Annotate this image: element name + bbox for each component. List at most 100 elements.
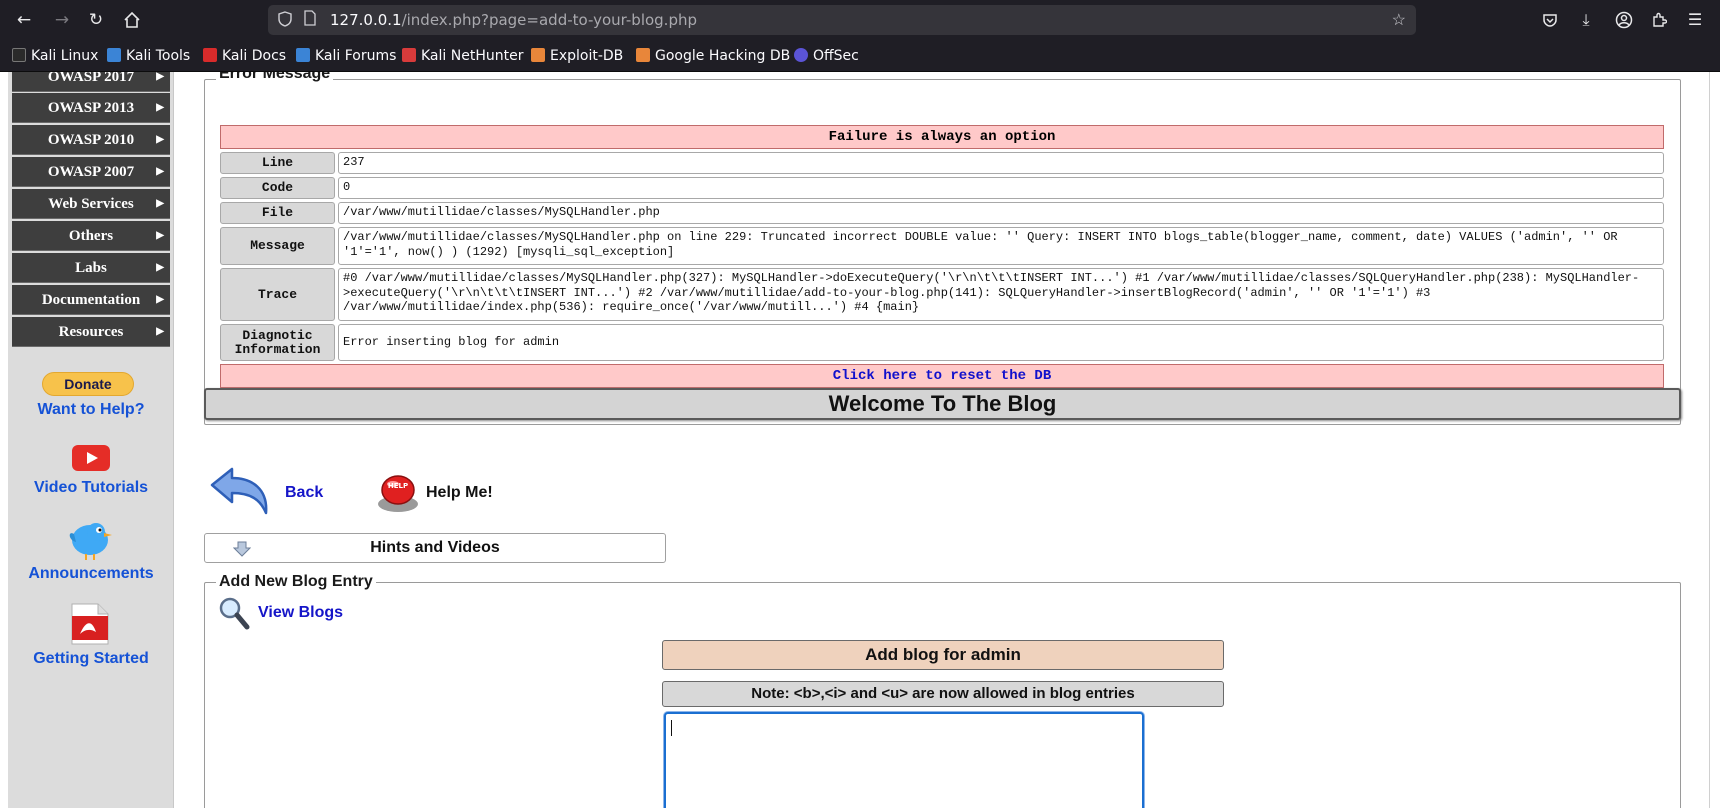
- menu-labs[interactable]: Labs ▶: [12, 253, 170, 283]
- back-arrow-icon[interactable]: [208, 465, 272, 526]
- bookmark-label: OffSec: [813, 48, 859, 64]
- bookmark-label: Kali Linux: [31, 48, 99, 64]
- reload-icon[interactable]: ↻: [84, 8, 108, 32]
- menu-owasp-2017[interactable]: OWASP 2017 ▶: [12, 72, 170, 92]
- bookmark-kali-tools[interactable]: Kali Tools: [107, 46, 190, 66]
- diagnostic-label-line-2: Information: [234, 341, 321, 357]
- page-info-icon[interactable]: [304, 10, 316, 29]
- bookmark-offsec[interactable]: OffSec: [794, 46, 859, 66]
- menu-label: Labs: [75, 260, 107, 276]
- trace-label: Trace: [220, 268, 335, 321]
- help-me-label[interactable]: Help Me!: [426, 484, 493, 502]
- menu-label: OWASP 2010: [47, 132, 135, 148]
- blog-entry-textarea[interactable]: [664, 712, 1144, 808]
- bookmark-label: Google Hacking DB: [655, 48, 791, 64]
- back-arrow-icon[interactable]: ←: [12, 8, 36, 32]
- twitter-bird-icon[interactable]: [66, 516, 116, 567]
- kali-dragon-icon: [12, 48, 26, 62]
- line-label: Line: [220, 152, 335, 174]
- bookmark-kali-nethunter[interactable]: Kali NetHunter: [402, 46, 523, 66]
- bookmark-kali-forums[interactable]: Kali Forums: [296, 46, 396, 66]
- bookmark-label: Kali Docs: [222, 48, 287, 64]
- ghdb-icon: [636, 48, 650, 62]
- menu-label: Documentation: [41, 292, 141, 308]
- diagnostic-label: Diagnotic Information: [220, 324, 335, 361]
- forward-arrow-icon[interactable]: →: [50, 8, 74, 32]
- view-blogs-link[interactable]: View Blogs: [258, 604, 343, 622]
- caret-right-icon: ▶: [156, 72, 164, 82]
- menu-others[interactable]: Others ▶: [12, 221, 170, 251]
- caret-right-icon: ▶: [156, 294, 164, 305]
- help-button-icon[interactable]: HELP: [376, 472, 420, 519]
- back-link[interactable]: Back: [285, 484, 323, 502]
- page-title: Welcome To The Blog: [204, 388, 1681, 420]
- message-value: /var/www/mutillidae/classes/MySQLHandler…: [338, 227, 1664, 265]
- bookmark-exploit-db[interactable]: Exploit-DB: [531, 46, 623, 66]
- browser-toolbar: ← → ↻ 127.0.0.1/index.php?page=add-to-yo…: [0, 0, 1720, 40]
- home-icon[interactable]: [120, 8, 144, 32]
- text-caret: [671, 720, 672, 736]
- add-blog-entry-legend: Add New Blog Entry: [216, 573, 376, 591]
- bookmark-kali-docs[interactable]: Kali Docs: [203, 46, 286, 66]
- menu-label: OWASP 2017: [47, 72, 135, 85]
- pdf-document-icon[interactable]: [70, 602, 110, 651]
- bookmark-kali-linux[interactable]: Kali Linux: [12, 46, 98, 66]
- caret-right-icon: ▶: [156, 134, 164, 145]
- bookmarks-bar: Kali Linux Kali Tools Kali Docs Kali For…: [0, 40, 1720, 72]
- diagnostic-label-line-1: Diagnotic: [242, 327, 313, 343]
- youtube-icon[interactable]: [72, 445, 110, 476]
- left-sidebar: OWASP 2017 ▶ OWASP 2013 ▶ OWASP 2010 ▶ OWAS…: [8, 72, 174, 808]
- caret-right-icon: ▶: [156, 102, 164, 113]
- file-value: /var/www/mutillidae/classes/MySQLHandler…: [338, 202, 1664, 224]
- menu-owasp-2013[interactable]: OWASP 2013 ▶: [12, 93, 170, 123]
- hints-label: Hints and Videos: [370, 539, 500, 556]
- file-label: File: [220, 202, 335, 224]
- donate-button[interactable]: Donate: [42, 372, 134, 396]
- kali-forums-icon: [296, 48, 310, 62]
- message-label: Message: [220, 227, 335, 265]
- menu-owasp-2007[interactable]: OWASP 2007 ▶: [12, 157, 170, 187]
- shield-icon[interactable]: [278, 11, 292, 30]
- line-value: 237: [338, 152, 1664, 174]
- arrow-down-icon: [232, 539, 252, 567]
- menu-label: Web Services: [48, 196, 134, 212]
- page-edge-divider: [1709, 72, 1710, 808]
- url-host: 127.0.0.1: [330, 11, 402, 29]
- bookmark-label: Kali Tools: [126, 48, 191, 64]
- announcements-link[interactable]: Announcements: [8, 565, 174, 583]
- menu-owasp-2010[interactable]: OWASP 2010 ▶: [12, 125, 170, 155]
- diagnostic-value: Error inserting blog for admin: [338, 324, 1664, 361]
- hints-and-videos-toggle[interactable]: Hints and Videos: [204, 533, 666, 563]
- menu-web-services[interactable]: Web Services ▶: [12, 189, 170, 219]
- caret-right-icon: ▶: [156, 166, 164, 177]
- magnifier-icon[interactable]: [218, 596, 250, 635]
- menu-documentation[interactable]: Documentation ▶: [12, 285, 170, 315]
- bookmark-label: Kali Forums: [315, 48, 397, 64]
- caret-right-icon: ▶: [156, 230, 164, 241]
- video-tutorials-link[interactable]: Video Tutorials: [8, 479, 174, 497]
- menu-label: Resources: [58, 324, 124, 340]
- svg-text:HELP: HELP: [388, 482, 408, 490]
- page-viewport: OWASP 2017 ▶ OWASP 2013 ▶ OWASP 2010 ▶ OWAS…: [0, 72, 1720, 808]
- menu-resources[interactable]: Resources ▶: [12, 317, 170, 347]
- account-icon[interactable]: [1612, 8, 1636, 32]
- code-value: 0: [338, 177, 1664, 199]
- exploit-db-icon: [531, 48, 545, 62]
- bookmark-google-hacking-db[interactable]: Google Hacking DB: [636, 46, 790, 66]
- hamburger-menu-icon[interactable]: ☰: [1683, 8, 1707, 32]
- getting-started-link[interactable]: Getting Started: [8, 650, 174, 668]
- blog-note: Note: <b>,<i> and <u> are now allowed in…: [662, 681, 1224, 707]
- kali-tools-icon: [107, 48, 121, 62]
- url-path: /index.php?page=add-to-your-blog.php: [401, 11, 698, 29]
- want-to-help-link[interactable]: Want to Help?: [8, 401, 174, 419]
- bookmark-star-icon[interactable]: ☆: [1392, 10, 1406, 30]
- extensions-icon[interactable]: [1647, 8, 1671, 32]
- download-icon[interactable]: ⤓: [1574, 8, 1598, 32]
- menu-label: OWASP 2007: [47, 164, 135, 180]
- caret-right-icon: ▶: [156, 198, 164, 209]
- reset-db-link[interactable]: Click here to reset the DB: [220, 364, 1664, 388]
- menu-label: OWASP 2013: [47, 100, 135, 116]
- pocket-icon[interactable]: [1538, 8, 1562, 32]
- url-bar[interactable]: 127.0.0.1/index.php?page=add-to-your-blo…: [268, 5, 1416, 35]
- url-text[interactable]: 127.0.0.1/index.php?page=add-to-your-blo…: [330, 11, 697, 29]
